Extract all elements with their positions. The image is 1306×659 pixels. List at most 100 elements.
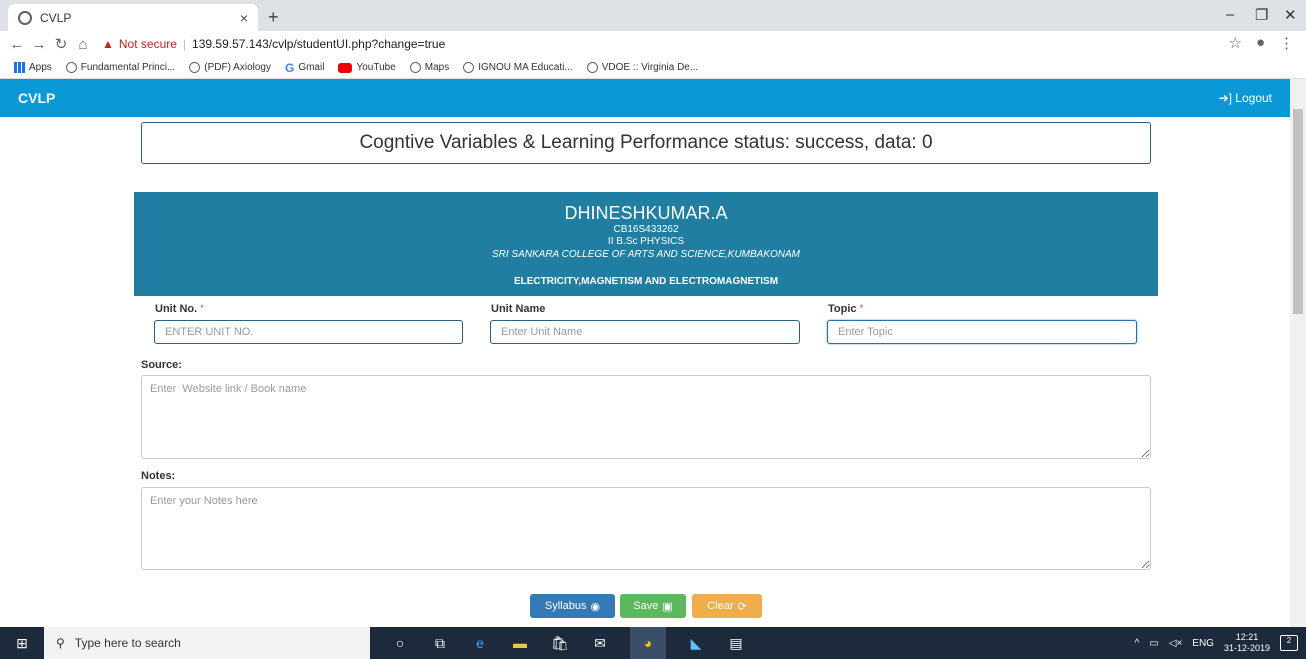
bookmark-label: YouTube <box>356 62 396 73</box>
student-id: CB16S433262 <box>613 224 679 235</box>
page-scrollbar[interactable] <box>1290 79 1306 627</box>
eye-icon: ◉ <box>590 600 601 613</box>
bookmark-label: Apps <box>29 62 52 73</box>
required-mark: * <box>859 303 864 313</box>
clear-button[interactable]: Clear ⟳ <box>692 594 762 618</box>
edge-icon[interactable]: e <box>470 634 490 652</box>
clock-date: 31-12-2019 <box>1223 643 1270 653</box>
browser-tabstrip: CVLP × + – ❐ ✕ <box>0 0 1306 31</box>
topic-label: Topic * <box>828 303 863 315</box>
taskbar-search[interactable]: ⚲ Type here to search <box>44 627 370 659</box>
language-indicator[interactable]: ENG <box>1192 638 1214 649</box>
window-close-icon[interactable]: ✕ <box>1284 6 1297 24</box>
app-brand[interactable]: CVLP <box>18 90 55 106</box>
store-icon[interactable]: 🛍 <box>550 634 570 652</box>
bookmark-apps[interactable]: Apps <box>14 62 52 73</box>
clock[interactable]: 12:21 31-12-2019 <box>1224 632 1270 654</box>
floppy-icon: ▣ <box>662 600 673 613</box>
volume-icon[interactable]: ◁× <box>1169 638 1183 649</box>
bookmark-item[interactable]: IGNOU MA Educati... <box>463 62 573 73</box>
unit-no-label: Unit No. * <box>155 303 204 315</box>
restore-icon[interactable]: ❐ <box>1255 6 1268 24</box>
bookmarks-bar: Apps Fundamental Princi... (PDF) Axiolog… <box>0 57 1306 79</box>
logout-label: Logout <box>1235 91 1272 105</box>
source-textarea[interactable] <box>141 375 1151 459</box>
syllabus-button[interactable]: Syllabus ◉ <box>530 594 615 618</box>
refresh-icon: ⟳ <box>737 600 747 613</box>
windows-taskbar: ⊞ ⚲ Type here to search ○ ⧉ e ▬ 🛍 ✉ ◕ ◣ … <box>0 627 1306 659</box>
bookmark-item[interactable]: Fundamental Princi... <box>65 62 176 73</box>
subject-title: ELECTRICITY,MAGNETISM AND ELECTROMAGNETI… <box>513 276 779 287</box>
chrome-icon[interactable]: ◕ <box>630 627 666 659</box>
url-text: 139.59.57.143/cvlp/studentUI.php?change=… <box>192 37 446 51</box>
minimize-icon[interactable]: – <box>1226 6 1234 23</box>
profile-icon[interactable]: ● <box>1256 34 1265 52</box>
bookmark-label: Maps <box>424 62 450 73</box>
address-separator: | <box>182 37 187 51</box>
bookmark-label: (PDF) Axiology <box>204 62 271 73</box>
new-tab-button[interactable]: + <box>268 7 279 28</box>
bookmark-label: IGNOU MA Educati... <box>478 62 573 73</box>
star-icon[interactable]: ☆ <box>1228 34 1241 52</box>
task-view-icon[interactable]: ⧉ <box>430 634 450 652</box>
apps-grid-icon <box>14 62 25 73</box>
student-name: DHINESHKUMAR.A <box>564 203 728 223</box>
google-icon: G <box>284 60 295 75</box>
globe-icon <box>586 62 598 73</box>
topic-input[interactable] <box>827 320 1137 344</box>
globe-icon <box>18 10 32 25</box>
status-message: Cogntive Variables & Learning Performanc… <box>359 132 933 153</box>
tab-close-button[interactable]: × <box>240 10 248 26</box>
mail-icon[interactable]: ✉ <box>590 634 610 652</box>
forward-icon[interactable]: → <box>28 36 50 53</box>
app2-icon[interactable]: ▤ <box>726 634 746 652</box>
home-icon[interactable]: ⌂ <box>72 36 94 53</box>
cortana-icon[interactable]: ○ <box>390 634 410 652</box>
bookmark-label: Fundamental Princi... <box>80 62 176 73</box>
browser-tab[interactable]: CVLP × <box>8 4 258 31</box>
clear-label: Clear <box>707 600 734 612</box>
bookmark-item[interactable]: VDOE :: Virginia De... <box>586 62 699 73</box>
syllabus-label: Syllabus <box>544 600 587 612</box>
address-bar[interactable]: ▲ Not secure | 139.59.57.143/cvlp/studen… <box>102 37 445 51</box>
globe-icon <box>189 62 201 73</box>
unit-no-label-text: Unit No. <box>155 303 198 315</box>
bookmark-item[interactable]: G Gmail <box>285 61 324 75</box>
globe-icon <box>65 62 77 73</box>
topic-label-text: Topic <box>828 303 857 315</box>
network-icon[interactable]: ▭ <box>1149 638 1158 649</box>
status-message-box: Cogntive Variables & Learning Performanc… <box>141 122 1151 164</box>
app-icon[interactable]: ◣ <box>686 634 706 652</box>
bookmark-item[interactable]: (PDF) Axiology <box>189 62 271 73</box>
not-secure-label: Not secure <box>118 37 177 51</box>
bookmark-item[interactable]: Maps <box>409 62 450 73</box>
unit-no-input[interactable] <box>154 320 463 344</box>
bookmark-label: Gmail <box>298 62 325 73</box>
search-icon: ⚲ <box>56 636 65 650</box>
back-icon[interactable]: ← <box>6 36 28 53</box>
student-course: II B.Sc PHYSICS <box>607 236 685 247</box>
source-label: Source: <box>141 359 182 371</box>
menu-icon[interactable]: ⋮ <box>1279 34 1294 52</box>
tray-chevron-icon[interactable]: ^ <box>1135 638 1140 649</box>
file-explorer-icon[interactable]: ▬ <box>510 634 530 652</box>
bookmark-label: VDOE :: Virginia De... <box>601 62 699 73</box>
unit-name-label: Unit Name <box>491 303 545 315</box>
scrollbar-thumb[interactable] <box>1293 109 1303 314</box>
unit-name-label-text: Unit Name <box>491 303 546 315</box>
unit-name-input[interactable] <box>490 320 800 344</box>
app-navbar: CVLP ➜] Logout <box>0 79 1290 117</box>
windows-start-button[interactable]: ⊞ <box>0 627 44 659</box>
tab-title: CVLP <box>40 10 72 25</box>
globe-icon <box>463 62 475 73</box>
notes-textarea[interactable] <box>141 487 1151 570</box>
required-mark: * <box>200 303 204 313</box>
save-button[interactable]: Save ▣ <box>620 594 686 618</box>
bookmark-item[interactable]: YouTube <box>338 62 396 73</box>
reload-icon[interactable]: ↻ <box>50 35 72 53</box>
notification-icon[interactable]: 2 <box>1280 635 1298 651</box>
logout-link[interactable]: ➜] Logout <box>1219 91 1272 105</box>
student-college: SRI SANKARA COLLEGE OF ARTS AND SCIENCE,… <box>491 249 801 260</box>
browser-toolbar: ← → ↻ ⌂ ▲ Not secure | 139.59.57.143/cvl… <box>0 31 1306 57</box>
warning-icon: ▲ <box>102 37 114 51</box>
